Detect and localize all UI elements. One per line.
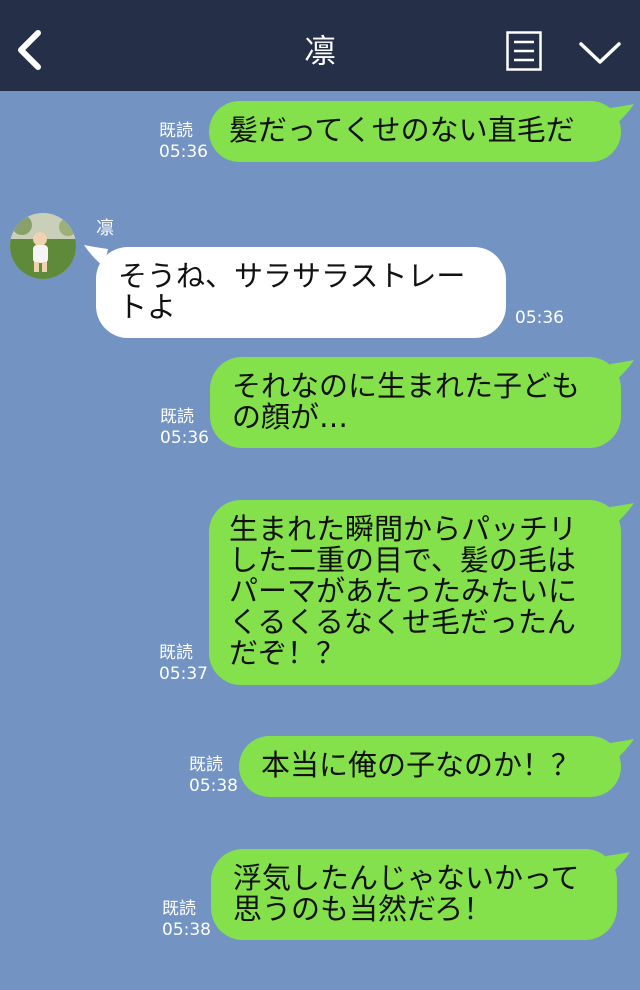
message-bubble-incoming[interactable]: そうね、サラサラストレートよ [96,247,506,338]
bubble-tail [610,104,634,126]
list-icon[interactable] [506,31,542,71]
bubble-tail [610,360,634,382]
message-bubble-outgoing[interactable]: 浮気したんじゃないかって思うのも当然だろ！ [211,849,617,940]
message-text: 本当に俺の子なのか！？ [261,748,581,782]
read-receipt: 既読 05:36 [160,407,209,449]
message-bubble-outgoing[interactable]: 本当に俺の子なのか！？ [239,736,621,797]
message-text: 髪だってくせのない直毛だ [229,113,575,147]
read-label: 既読 [189,755,223,775]
message-bubble-outgoing[interactable]: 生まれた瞬間からパッチリした二重の目で、髪の毛はパーマがあたったみたいにくるくる… [209,500,621,685]
sender-name: 凛 [96,218,114,239]
bubble-tail [606,852,630,874]
avatar[interactable] [10,213,76,279]
read-label: 既読 [159,643,193,663]
chat-header: 凛 [0,0,640,91]
message-time: 05:38 [162,920,211,940]
chevron-down-icon[interactable] [578,40,622,66]
read-receipt: 既読 05:38 [189,755,238,797]
bubble-tail [610,503,634,525]
message-text: 浮気したんじゃないかって思うのも当然だろ！ [233,861,580,926]
bubble-tail [610,739,634,761]
message-bubble-outgoing[interactable]: それなのに生まれた子どもの顔が… [210,357,621,448]
read-receipt: 既読 05:36 [159,121,208,163]
message-time: 05:37 [159,664,208,684]
avatar-image [10,213,76,279]
read-label: 既読 [159,121,193,141]
read-receipt: 既読 05:37 [159,643,208,685]
message-time: 05:36 [159,142,208,162]
message-text: そうね、サラサラストレートよ [118,259,466,324]
message-text: 生まれた瞬間からパッチリした二重の目で、髪の毛はパーマがあたったみたいにくるくる… [229,512,578,670]
chat-title: 凛 [303,32,336,70]
message-time: 05:36 [515,308,564,328]
message-bubble-outgoing[interactable]: 髪だってくせのない直毛だ [209,101,621,162]
read-receipt: 既読 05:38 [162,899,211,941]
message-time: 05:36 [160,428,209,448]
read-label: 既読 [160,407,194,427]
read-label: 既読 [162,899,196,919]
message-text: それなのに生まれた子どもの顔が… [232,369,581,434]
message-time: 05:38 [189,776,238,796]
